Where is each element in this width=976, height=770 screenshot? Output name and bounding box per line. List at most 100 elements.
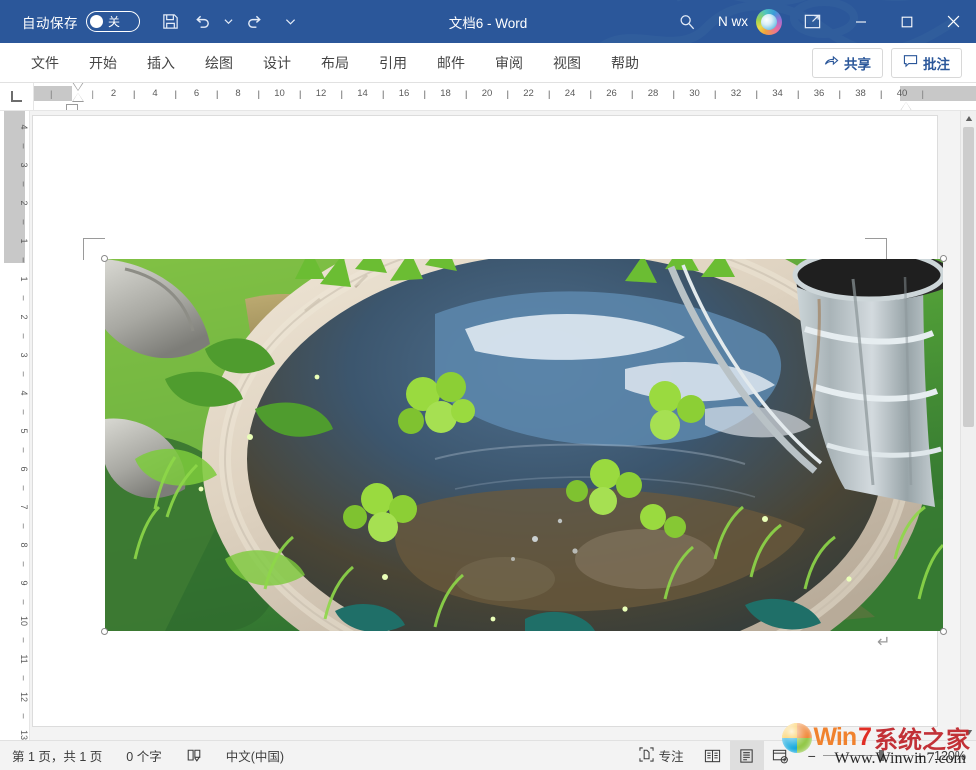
vertical-scrollbar[interactable]: [960, 111, 976, 740]
vertical-ruler-tick: –: [0, 599, 29, 604]
autosave-switch[interactable]: 关: [86, 11, 140, 32]
ribbon-tab-bar: 文件 开始 插入 绘图 设计 布局 引用 邮件 审阅 视图 帮助 共享: [0, 43, 976, 83]
undo-dropdown-chevron-down-icon[interactable]: [218, 7, 238, 37]
status-bar: 第 1 页，共 1 页 0 个字 中文(中国) 专注: [0, 740, 976, 770]
user-avatar[interactable]: [756, 9, 782, 35]
selection-handle-bottom-right[interactable]: [940, 628, 947, 635]
tab-file[interactable]: 文件: [16, 47, 74, 79]
right-indent-marker[interactable]: [900, 102, 912, 110]
vertical-ruler-number: 11: [0, 654, 29, 663]
tab-draw[interactable]: 绘图: [190, 47, 248, 79]
zoom-level-label[interactable]: 120%: [934, 749, 976, 763]
ruler-tick: |: [880, 89, 882, 100]
redo-icon[interactable]: [238, 7, 270, 37]
vertical-ruler-number: 7: [0, 504, 29, 509]
scroll-up-arrow-icon[interactable]: [961, 111, 976, 127]
first-line-indent-marker[interactable]: [72, 83, 84, 91]
vertical-ruler-tick: –: [0, 713, 29, 718]
left-indent-marker[interactable]: [66, 104, 78, 110]
document-page[interactable]: ↵: [33, 116, 937, 726]
vertical-ruler-tick: –: [0, 295, 29, 300]
ruler-number: 40: [897, 88, 908, 99]
ruler-tick: |: [216, 89, 218, 100]
left-tab-stop-icon: [11, 91, 22, 102]
tab-view[interactable]: 视图: [538, 47, 596, 79]
save-icon[interactable]: [154, 7, 186, 37]
close-button[interactable]: [930, 0, 976, 43]
document-scroll-area[interactable]: ↵ (Ctrl): [30, 111, 960, 740]
tab-home[interactable]: 开始: [74, 47, 132, 79]
language-status[interactable]: 中文(中国): [214, 741, 296, 770]
horizontal-ruler-track[interactable]: ||2||4||6||8||10||12||14||16||18||20||22…: [34, 83, 976, 110]
tab-review[interactable]: 审阅: [480, 47, 538, 79]
user-account-name[interactable]: N wx: [710, 14, 756, 29]
tab-references[interactable]: 引用: [364, 47, 422, 79]
ruler-number: 36: [814, 88, 825, 99]
ruler-tick: |: [175, 89, 177, 100]
undo-icon[interactable]: [186, 7, 218, 37]
vertical-ruler-tick: –: [0, 219, 29, 224]
tab-layout[interactable]: 布局: [306, 47, 364, 79]
zoom-slider-knob[interactable]: [879, 750, 884, 761]
ruler-tick: |: [50, 89, 52, 100]
tab-mailings[interactable]: 邮件: [422, 47, 480, 79]
print-layout-button[interactable]: [730, 741, 764, 770]
read-mode-button[interactable]: [696, 741, 730, 770]
selection-handle-bottom-left[interactable]: [101, 628, 108, 635]
vertical-ruler-tick: –: [0, 447, 29, 452]
tab-stop-selector[interactable]: [0, 83, 34, 110]
selection-handle-top-right[interactable]: [940, 255, 947, 262]
zoom-slider-control[interactable]: − +: [798, 748, 934, 764]
ruler-number: 28: [648, 88, 659, 99]
ribbon-display-options-icon[interactable]: [796, 7, 828, 37]
vertical-ruler-number: 2: [0, 314, 29, 319]
vertical-ruler-tick: –: [0, 523, 29, 528]
inserted-picture[interactable]: [105, 259, 943, 631]
toggle-knob: [90, 15, 103, 28]
ruler-number: 22: [523, 88, 534, 99]
customize-quick-access-chevron-down-icon[interactable]: [280, 7, 300, 37]
search-icon[interactable]: [664, 13, 710, 31]
scrollbar-thumb[interactable]: [963, 127, 974, 427]
word-count-status[interactable]: 0 个字: [114, 741, 173, 770]
vertical-ruler-number: 13: [0, 730, 29, 740]
page-number-status[interactable]: 第 1 页，共 1 页: [0, 741, 114, 770]
vertical-ruler-number: 3: [0, 352, 29, 357]
focus-mode-button[interactable]: 专注: [627, 741, 696, 770]
ruler-tick: |: [673, 89, 675, 100]
ruler-tick: |: [797, 89, 799, 100]
zoom-out-button[interactable]: −: [808, 748, 816, 764]
editing-area: 4–3–2–1–1–2–3–4–5–6–7–8–9–10–11–12–13–14…: [0, 111, 976, 740]
tab-help[interactable]: 帮助: [596, 47, 654, 79]
zoom-slider-track[interactable]: [823, 755, 909, 756]
maximize-button[interactable]: [884, 0, 930, 43]
ruler-tick: |: [714, 89, 716, 100]
ruler-number: 8: [235, 88, 240, 99]
autosave-label: 自动保存: [22, 12, 78, 32]
hanging-indent-marker[interactable]: [72, 93, 84, 102]
ruler-number: 34: [772, 88, 783, 99]
minimize-button[interactable]: [838, 0, 884, 43]
ruler-tick: |: [590, 89, 592, 100]
vertical-ruler-tick: –: [0, 409, 29, 414]
tab-insert[interactable]: 插入: [132, 47, 190, 79]
proofing-errors-icon[interactable]: [174, 741, 214, 770]
web-layout-button[interactable]: [764, 741, 798, 770]
vertical-ruler-number: 10: [0, 616, 29, 626]
share-button[interactable]: 共享: [812, 48, 883, 78]
zoom-in-button[interactable]: +: [916, 748, 924, 764]
autosave-toggle[interactable]: 自动保存 关: [22, 11, 140, 32]
ruler-number: 26: [606, 88, 617, 99]
selection-handle-top-left[interactable]: [101, 255, 108, 262]
horizontal-ruler[interactable]: ||2||4||6||8||10||12||14||16||18||20||22…: [0, 83, 976, 111]
tab-design[interactable]: 设计: [248, 47, 306, 79]
pond-illustration[interactable]: [105, 259, 943, 631]
vertical-ruler-tick: –: [0, 371, 29, 376]
ruler-tick: |: [465, 89, 467, 100]
ruler-number: 16: [399, 88, 410, 99]
vertical-ruler-tick: –: [0, 143, 29, 148]
comments-button[interactable]: 批注: [891, 48, 962, 78]
vertical-ruler[interactable]: 4–3–2–1–1–2–3–4–5–6–7–8–9–10–11–12–13–14…: [0, 111, 30, 740]
comments-label: 批注: [923, 53, 950, 73]
scroll-down-arrow-icon[interactable]: [961, 724, 976, 740]
